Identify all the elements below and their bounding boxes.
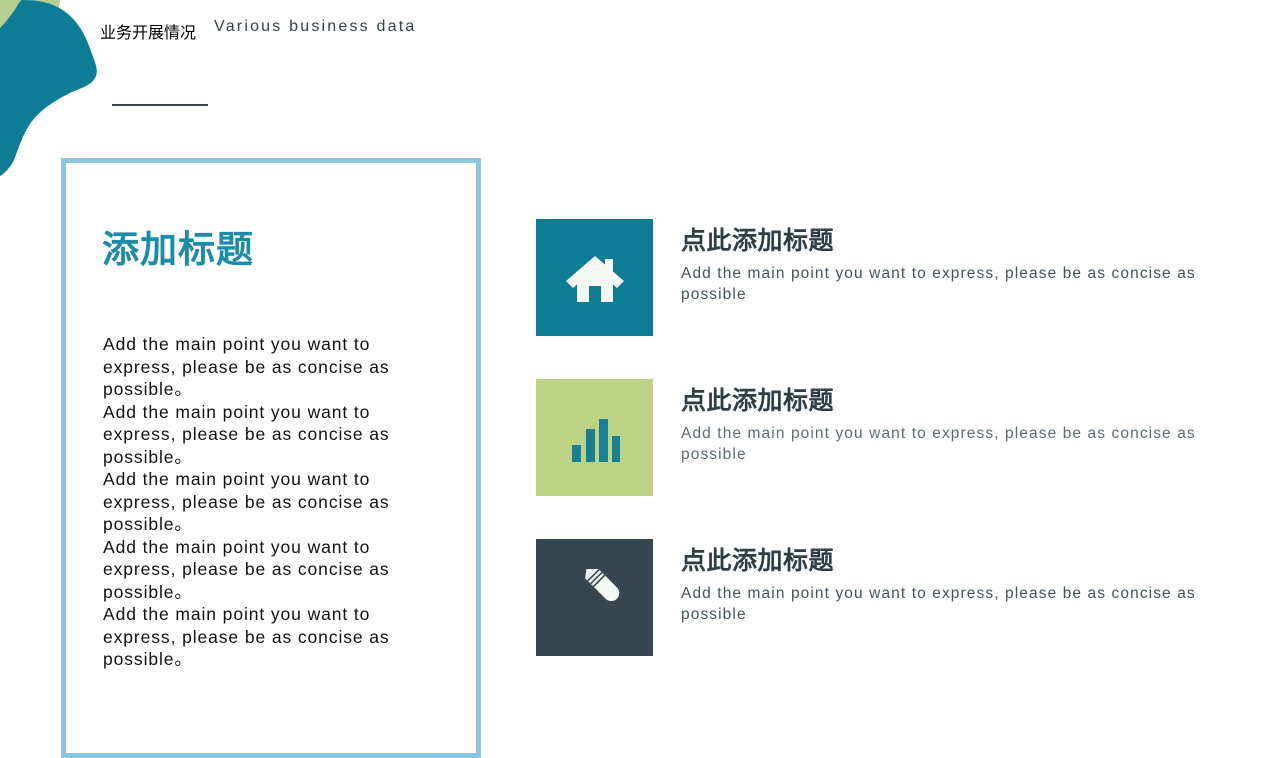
left-text-panel: 添加标题 Add the main point you want to expr…: [61, 158, 481, 758]
feature-icon-tile[interactable]: [536, 539, 653, 656]
feature-description: Add the main point you want to express, …: [681, 424, 1196, 463]
left-panel-paragraph: Add the main point you want to express, …: [103, 334, 390, 399]
left-panel-paragraph: Add the main point you want to express, …: [103, 536, 390, 602]
left-panel-paragraph: Add the main point you want to express, …: [103, 401, 390, 467]
pencil-icon: [584, 568, 619, 601]
feature-description: Add the main point you want to express, …: [681, 264, 1196, 303]
left-panel-title: 添加标题: [102, 229, 254, 270]
blob-front-shape: [0, 0, 97, 176]
feature-item[interactable]: 点此添加标题 Add the main point you want to ex…: [536, 219, 1236, 336]
page-subtitle: Various business data: [214, 18, 417, 35]
left-panel-body: Add the main point you want to express, …: [103, 333, 448, 671]
feature-text-block: 点此添加标题 Add the main point you want to ex…: [653, 379, 1201, 465]
feature-icon-tile[interactable]: [536, 219, 653, 336]
feature-title: 点此添加标题: [681, 387, 835, 415]
bar-chart-icon: [571, 418, 620, 462]
page-title: 业务开展情况: [100, 25, 197, 42]
feature-list: 点此添加标题 Add the main point you want to ex…: [536, 219, 1236, 656]
feature-icon-tile[interactable]: [536, 379, 653, 496]
feature-text-block: 点此添加标题 Add the main point you want to ex…: [653, 219, 1201, 305]
slide-header: 业务开展情况 Various business data: [100, 18, 416, 43]
feature-item[interactable]: 点此添加标题 Add the main point you want to ex…: [536, 379, 1236, 496]
left-panel-paragraph: Add the main point you want to express, …: [103, 604, 390, 669]
feature-item[interactable]: 点此添加标题 Add the main point you want to ex…: [536, 539, 1236, 656]
home-icon: [565, 255, 624, 302]
blob-back-shape: [0, 0, 60, 156]
feature-title: 点此添加标题: [681, 227, 835, 255]
left-panel-paragraph: Add the main point you want to express, …: [103, 469, 390, 534]
feature-text-block: 点此添加标题 Add the main point you want to ex…: [653, 539, 1201, 625]
feature-description: Add the main point you want to express, …: [681, 584, 1196, 623]
feature-title: 点此添加标题: [681, 547, 835, 575]
horizontal-rule-icon: [112, 104, 208, 106]
